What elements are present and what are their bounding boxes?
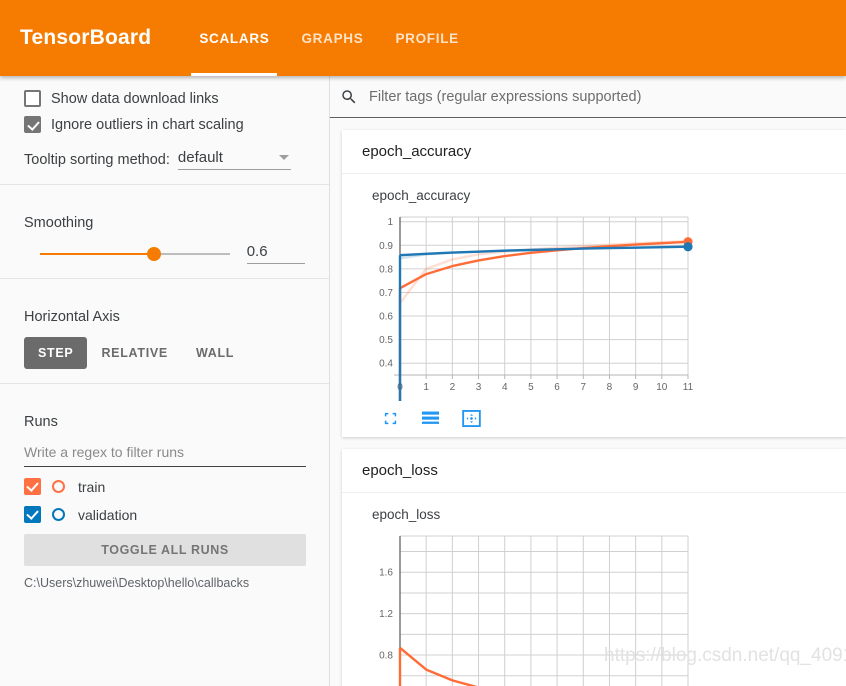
checkbox-label: Ignore outliers in chart scaling <box>51 116 244 133</box>
checkbox-show-data-download-links[interactable]: Show data download links <box>24 90 305 107</box>
tag-filter-bar <box>330 76 846 118</box>
run-checkbox[interactable] <box>24 506 41 523</box>
chart-accuracy-svg[interactable]: 0.40.50.60.70.80.910 1 2 3 4 5 6 7 8 9 10 11 <box>348 209 846 405</box>
svg-text:11: 11 <box>683 382 694 393</box>
card-body-epoch-accuracy: epoch_accuracy 0.4 0.5 0.6 0.7 0.8 0.9 1 0 1 2 3 4 5… <box>342 174 846 437</box>
runs-title: Runs <box>24 414 58 430</box>
app-header: TensorBoard SCALARS GRAPHS PROFILE <box>0 0 846 76</box>
tooltip-sorting-label: Tooltip sorting method: <box>24 152 170 168</box>
chart-toolbar-epoch-accuracy <box>382 410 846 428</box>
toggle-all-runs-button[interactable]: TOGGLE ALL RUNS <box>24 534 306 566</box>
tooltip-sorting-select[interactable]: default <box>177 149 291 170</box>
run-label: validation <box>78 506 138 523</box>
app-brand: TensorBoard <box>20 26 152 49</box>
tab-profile-label: PROFILE <box>395 30 459 46</box>
tab-graphs-label: GRAPHS <box>301 30 364 46</box>
svg-text:4: 4 <box>502 382 508 393</box>
run-item-train[interactable]: train <box>24 478 305 495</box>
svg-text:6: 6 <box>554 382 560 393</box>
axis-option-relative[interactable]: RELATIVE <box>87 337 181 369</box>
svg-text:9: 9 <box>633 382 639 393</box>
axis-option-wall[interactable]: WALL <box>182 337 248 369</box>
tab-scalars-label: SCALARS <box>199 30 270 46</box>
horizontal-axis-title: Horizontal Axis <box>24 309 120 325</box>
svg-text:0.6: 0.6 <box>379 312 393 323</box>
checkbox-box[interactable] <box>24 90 41 107</box>
checkbox-ignore-outliers[interactable]: Ignore outliers in chart scaling <box>24 116 305 133</box>
checkbox-label: Show data download links <box>51 90 219 107</box>
chart-loss-svg[interactable]: 0.40.81.21.6 <box>348 528 846 686</box>
settings-sidebar: Show data download links Ignore outliers… <box>0 76 330 686</box>
horizontal-axis-options: STEP RELATIVE WALL <box>24 337 305 369</box>
chart-cards: epoch_accuracy epoch_accuracy 0.4 0.5 0.6 0… <box>330 130 846 686</box>
svg-text:2: 2 <box>450 382 456 393</box>
data-table-icon[interactable] <box>421 410 440 427</box>
smoothing-value-input[interactable]: 0.6 <box>246 243 305 264</box>
svg-text:1: 1 <box>387 217 393 228</box>
expand-chart-icon[interactable] <box>382 410 399 427</box>
slider-thumb[interactable] <box>147 246 161 261</box>
svg-text:10: 10 <box>656 382 668 393</box>
run-label: train <box>78 478 106 495</box>
run-checkbox[interactable] <box>24 478 41 495</box>
card-header-epoch-loss[interactable]: epoch_loss <box>342 449 846 493</box>
svg-text:0.8: 0.8 <box>379 651 393 662</box>
slider-fill <box>40 252 154 255</box>
toggle-all-runs-label: TOGGLE ALL RUNS <box>101 543 229 557</box>
smoothing-title: Smoothing <box>24 215 94 231</box>
svg-text:7: 7 <box>580 382 586 393</box>
smoothing-slider[interactable] <box>40 246 230 261</box>
axis-option-step[interactable]: STEP <box>24 337 88 369</box>
card-body-epoch-loss: epoch_loss 0.40.81.21.6 https://blog.csd… <box>342 493 846 686</box>
checkbox-box[interactable] <box>24 116 41 133</box>
svg-text:3: 3 <box>476 382 482 393</box>
chart-epoch-loss[interactable]: 0.40.81.21.6 <box>348 528 846 686</box>
tooltip-sorting-value: default <box>177 149 223 166</box>
tab-profile[interactable]: PROFILE <box>379 0 474 76</box>
card-header-label: epoch_accuracy <box>362 143 472 160</box>
svg-text:0.7: 0.7 <box>379 288 393 299</box>
chevron-down-icon <box>278 155 289 160</box>
tab-scalars[interactable]: SCALARS <box>183 0 285 76</box>
card-epoch-loss: epoch_loss epoch_loss 0.40.81.21.6 https… <box>342 449 846 686</box>
run-item-validation[interactable]: validation <box>24 506 305 523</box>
run-color-circle <box>52 480 65 493</box>
tooltip-sorting-row: Tooltip sorting method: default <box>24 149 305 170</box>
tag-filter-input[interactable] <box>367 87 840 106</box>
fit-domain-icon[interactable] <box>462 410 481 428</box>
search-icon <box>342 89 356 103</box>
card-header-epoch-accuracy[interactable]: epoch_accuracy <box>342 130 846 174</box>
svg-text:1: 1 <box>423 382 429 393</box>
card-header-label: epoch_loss <box>362 462 438 479</box>
smoothing-row: 0.6 <box>24 243 305 264</box>
chart-title-epoch-loss: epoch_loss <box>372 507 441 522</box>
runs-filter-input[interactable] <box>24 442 306 467</box>
main-panel: epoch_accuracy epoch_accuracy 0.4 0.5 0.6 0… <box>330 76 846 686</box>
tab-graphs[interactable]: GRAPHS <box>285 0 379 76</box>
nav-tabs: SCALARS GRAPHS PROFILE <box>183 0 475 76</box>
svg-text:0.4: 0.4 <box>379 359 393 370</box>
svg-text:1.2: 1.2 <box>379 609 393 620</box>
svg-text:0.5: 0.5 <box>379 335 393 346</box>
svg-text:0.9: 0.9 <box>379 241 393 252</box>
run-color-circle <box>52 508 65 521</box>
chart-epoch-accuracy[interactable]: 0.4 0.5 0.6 0.7 0.8 0.9 1 0 1 2 3 4 5 6 7 8 9 10 11 <box>348 209 846 406</box>
svg-text:0.8: 0.8 <box>379 264 393 275</box>
svg-text:1.6: 1.6 <box>379 568 393 579</box>
svg-text:5: 5 <box>528 382 534 393</box>
logdir-path: C:\Users\zhuwei\Desktop\hello\callbacks <box>24 576 250 590</box>
card-epoch-accuracy: epoch_accuracy epoch_accuracy 0.4 0.5 0.6 0… <box>342 130 846 437</box>
svg-text:8: 8 <box>607 382 613 393</box>
chart-title-epoch-accuracy: epoch_accuracy <box>372 188 471 203</box>
tensorboard-app: TensorBoard SCALARS GRAPHS PROFILE Show … <box>0 0 846 686</box>
